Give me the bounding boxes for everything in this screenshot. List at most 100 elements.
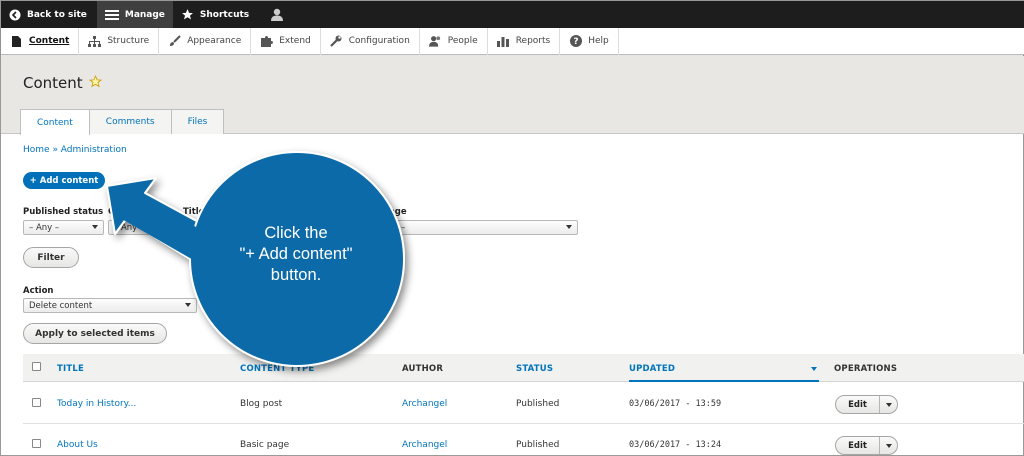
people-icon — [428, 35, 442, 48]
page-title: Content — [23, 74, 102, 92]
content-type-label: Co — [108, 207, 121, 217]
tray-item-configuration[interactable]: Configuration — [321, 27, 420, 55]
puzzle-icon — [260, 35, 273, 48]
chevron-down-icon — [185, 303, 191, 307]
back-to-site-label: Back to site — [27, 9, 87, 20]
row-type: Basic page — [240, 440, 290, 450]
admin-toolbar: Back to site Manage Shortcuts — [1, 1, 1024, 28]
header-author: AUTHOR — [402, 364, 444, 374]
tray-label-help: Help — [588, 36, 609, 46]
select-all-checkbox[interactable] — [32, 362, 41, 371]
back-to-site-link[interactable]: Back to site — [1, 1, 95, 28]
manage-label: Manage — [124, 9, 165, 20]
tray-item-people[interactable]: People — [420, 27, 488, 55]
manage-tab[interactable]: Manage — [96, 1, 173, 28]
admin-tray: Content Structure Appearance Extend Conf… — [1, 27, 1024, 55]
header-content-type[interactable]: CONTENT TYPE — [240, 364, 314, 374]
shortcuts-tab[interactable]: Shortcuts — [173, 1, 257, 28]
tray-item-content[interactable]: Content — [1, 27, 80, 55]
tab-comments[interactable]: Comments — [88, 109, 172, 134]
brush-icon — [168, 35, 181, 48]
tray-label-reports: Reports — [515, 36, 551, 46]
tray-label-structure: Structure — [107, 36, 150, 46]
operations-dropdown-toggle[interactable] — [880, 396, 897, 413]
language-select[interactable]: – — [381, 220, 578, 235]
shortcuts-label: Shortcuts — [199, 9, 250, 20]
sitemap-icon — [88, 35, 102, 48]
chevron-down-icon — [92, 225, 98, 229]
apply-selected-button[interactable]: Apply to selected items — [23, 323, 167, 344]
callout-text: Click the "+ Add content" button. — [211, 223, 381, 286]
row-checkbox[interactable] — [32, 398, 41, 407]
edit-button[interactable]: Edit — [836, 396, 880, 413]
tray-item-extend[interactable]: Extend — [251, 27, 321, 55]
content-type-select[interactable]: – Any – — [108, 220, 180, 235]
published-status-value: – Any – — [29, 222, 60, 233]
hamburger-icon — [104, 9, 119, 21]
tray-item-reports[interactable]: Reports — [488, 27, 561, 55]
row-operations: Edit — [835, 395, 898, 414]
table-row: Today in History... Blog post Archangel … — [23, 383, 1024, 424]
operations-dropdown-toggle[interactable] — [880, 437, 897, 454]
published-status-label: Published status — [23, 207, 104, 217]
tab-files[interactable]: Files — [170, 109, 225, 134]
header-operations: OPERATIONS — [834, 364, 898, 374]
table-row: About Us Basic page Archangel Published … — [23, 424, 1024, 456]
callout-line-1: Click the — [264, 224, 328, 242]
user-tab[interactable] — [257, 1, 291, 28]
callout-line-2: "+ Add content" — [239, 245, 353, 263]
back-arrow-icon — [9, 9, 21, 21]
breadcrumb[interactable]: Home » Administration — [23, 145, 127, 155]
star-icon — [181, 8, 194, 21]
title-filter-label: Title — [183, 207, 205, 217]
language-value: – — [401, 222, 406, 233]
add-content-button[interactable]: + Add content — [23, 172, 105, 189]
header-updated[interactable]: UPDATED — [629, 364, 675, 374]
table-header: TITLE CONTENT TYPE AUTHOR STATUS UPDATED… — [23, 354, 1024, 382]
row-author[interactable]: Archangel — [402, 440, 447, 450]
row-updated: 03/06/2017 - 13:24 — [629, 440, 722, 450]
page-title-text: Content — [23, 74, 83, 92]
language-label: uage — [383, 207, 407, 217]
action-select[interactable]: Delete content — [23, 298, 197, 313]
row-checkbox[interactable] — [32, 439, 41, 448]
row-operations: Edit — [835, 436, 898, 455]
callout-line-3: button. — [270, 266, 322, 284]
tray-item-appearance[interactable]: Appearance — [159, 27, 252, 55]
action-value: Delete content — [29, 300, 93, 311]
tray-label-people: People — [447, 36, 478, 46]
chevron-down-icon — [566, 225, 572, 229]
bar-chart-icon — [497, 35, 510, 48]
content-type-value: – Any – — [114, 222, 145, 233]
tray-item-help[interactable]: ? Help — [560, 27, 619, 55]
header-status[interactable]: STATUS — [516, 364, 553, 374]
row-updated: 03/06/2017 - 13:59 — [629, 399, 722, 409]
page-header: Content Content Comments Files — [1, 56, 1024, 135]
wrench-icon — [330, 35, 343, 48]
row-title[interactable]: About Us — [57, 440, 98, 450]
svg-text:?: ? — [573, 37, 578, 47]
tab-content[interactable]: Content — [20, 109, 90, 135]
shortcut-star-icon[interactable] — [88, 74, 102, 92]
page-icon — [10, 35, 23, 48]
tray-label-appearance: Appearance — [187, 36, 242, 46]
tray-label-content: Content — [29, 36, 70, 46]
active-sort-indicator — [629, 380, 819, 382]
sort-desc-icon — [811, 367, 817, 371]
action-label: Action — [23, 286, 54, 296]
primary-tabs: Content Comments Files — [20, 109, 225, 135]
row-status: Published — [516, 399, 560, 409]
row-status: Published — [516, 440, 560, 450]
user-icon — [271, 8, 284, 21]
published-status-select[interactable]: – Any – — [23, 220, 104, 235]
tray-label-configuration: Configuration — [348, 36, 410, 46]
filter-button[interactable]: Filter — [23, 247, 79, 268]
tray-label-extend: Extend — [279, 36, 311, 46]
header-title[interactable]: TITLE — [57, 364, 84, 374]
edit-button[interactable]: Edit — [836, 437, 880, 454]
row-type: Blog post — [240, 399, 283, 409]
row-title[interactable]: Today in History... — [57, 399, 136, 409]
row-author[interactable]: Archangel — [402, 399, 447, 409]
tray-item-structure[interactable]: Structure — [79, 27, 160, 55]
help-icon: ? — [569, 35, 582, 48]
